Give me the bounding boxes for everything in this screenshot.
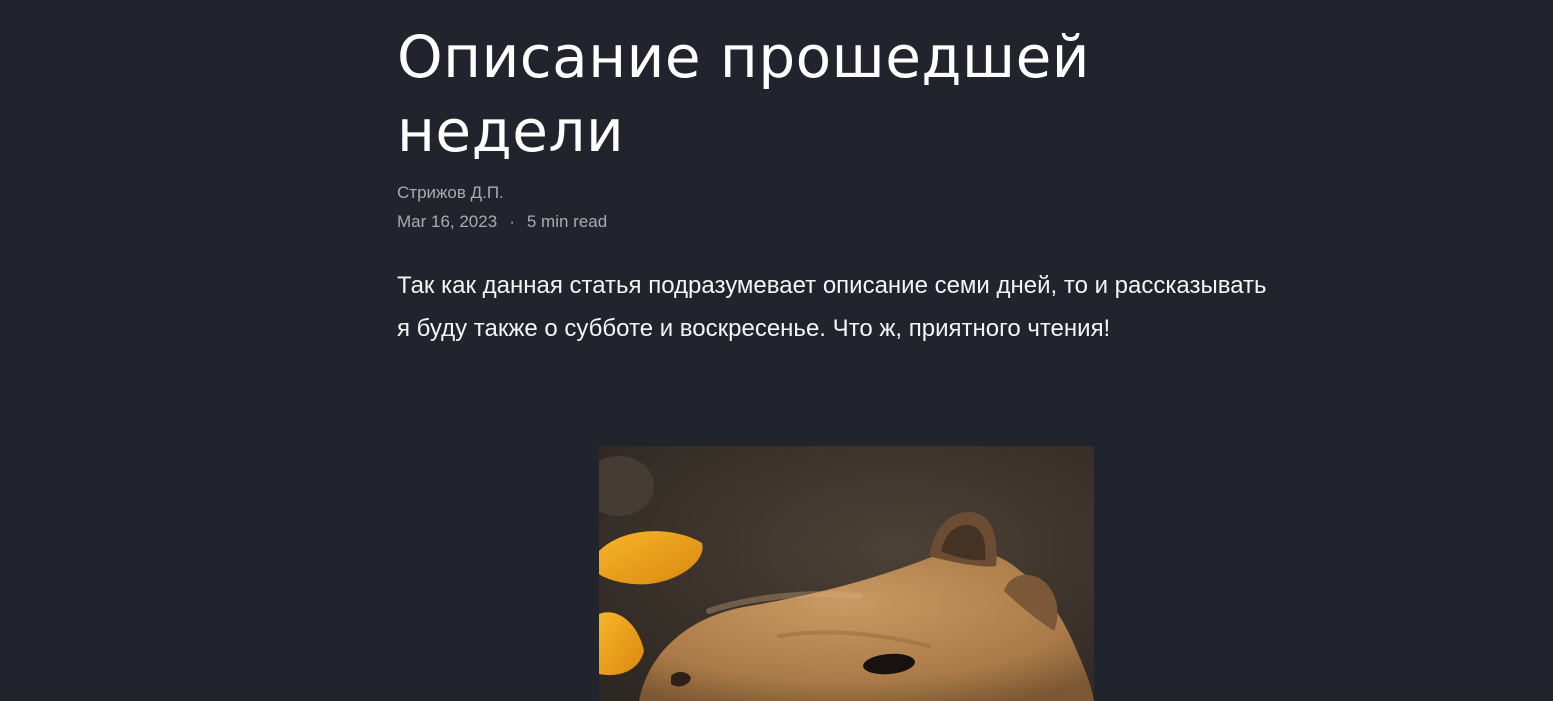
capybara-photo (599, 446, 1094, 701)
article-title: Описание прошедшей недели (397, 23, 1090, 165)
article-lead-paragraph: Так как данная статья подразумевает опис… (397, 272, 1267, 342)
author-name[interactable]: Стрижов Д.П. (397, 182, 504, 204)
article-meta: Mar 16, 2023 · 5 min read (397, 211, 607, 233)
publish-date: Mar 16, 2023 (397, 212, 498, 231)
read-time: 5 min read (526, 212, 608, 231)
meta-separator: · (509, 212, 515, 231)
article-image (599, 446, 1094, 701)
